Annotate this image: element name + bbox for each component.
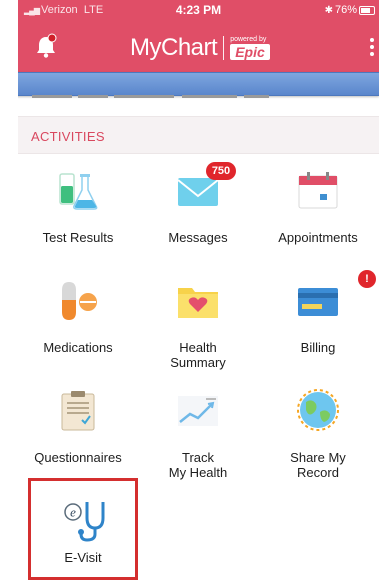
- epic-brand: Epic: [230, 44, 270, 60]
- scrolled-content-remnant: [32, 95, 372, 105]
- globe-icon: [297, 389, 339, 431]
- left-margin: [0, 0, 18, 580]
- tile-test-results[interactable]: Test Results: [18, 160, 138, 270]
- bluetooth-icon: ✱: [324, 5, 333, 16]
- cut-off-text-icon: [32, 95, 269, 98]
- tile-label: Appointments: [278, 230, 358, 245]
- folder-heart-icon: [178, 288, 218, 318]
- tile-label: Health Summary: [170, 340, 226, 370]
- logo-divider: [223, 36, 225, 60]
- tile-share-my-record[interactable]: Share My Record: [258, 380, 378, 490]
- tile-label: Questionnaires: [34, 450, 122, 465]
- tile-messages[interactable]: 750 Messages: [138, 160, 258, 270]
- tile-appointments[interactable]: Appointments: [258, 160, 378, 270]
- more-menu-icon[interactable]: [369, 36, 375, 58]
- pill-icon: [62, 282, 97, 320]
- credit-card-icon: [298, 288, 338, 316]
- battery-percent: 76%: [334, 4, 357, 16]
- section-title: ACTIVITIES: [31, 129, 105, 144]
- mychart-app: ▂▄▆ Verizon LTE 4:23 PM ✱ 76% MyChart powe…: [18, 0, 379, 580]
- nav-bar: MyChart powered by Epic: [18, 22, 379, 72]
- battery-indicator: ✱ 76%: [325, 4, 375, 16]
- tile-label: Track My Health: [168, 450, 228, 480]
- tile-medications[interactable]: Medications: [18, 270, 138, 380]
- tile-label: Test Results: [42, 230, 114, 245]
- tile-label: Billing: [300, 340, 336, 355]
- chart-icon: [178, 396, 218, 426]
- mychart-logo: MyChart powered by Epic: [130, 34, 270, 61]
- unread-count-badge: 750: [206, 162, 236, 180]
- status-bar: ▂▄▆ Verizon LTE 4:23 PM ✱ 76%: [18, 0, 379, 22]
- test-tubes-icon: [59, 173, 98, 210]
- activities-section-header: ACTIVITIES: [18, 116, 379, 154]
- calendar-icon: [298, 172, 338, 209]
- tile-health-summary[interactable]: Health Summary: [138, 270, 258, 380]
- battery-icon: [359, 5, 375, 15]
- tile-track-my-health[interactable]: Track My Health: [138, 380, 258, 490]
- tile-billing[interactable]: ! Billing: [258, 270, 378, 380]
- powered-by-label: powered by: [230, 36, 267, 43]
- powered-by-epic: powered by Epic: [230, 36, 270, 60]
- tile-label: Messages: [168, 230, 228, 245]
- tile-questionnaires[interactable]: Questionnaires: [18, 380, 138, 490]
- bell-icon[interactable]: [34, 33, 58, 59]
- clipboard-icon: [61, 391, 95, 431]
- tile-label: Share My Record: [290, 450, 346, 480]
- tile-label: Medications: [43, 340, 113, 355]
- logo-text: MyChart: [130, 34, 218, 61]
- billing-alert-badge: !: [358, 270, 376, 288]
- overlay-bar: [18, 72, 379, 96]
- e-visit-highlight: [28, 478, 138, 580]
